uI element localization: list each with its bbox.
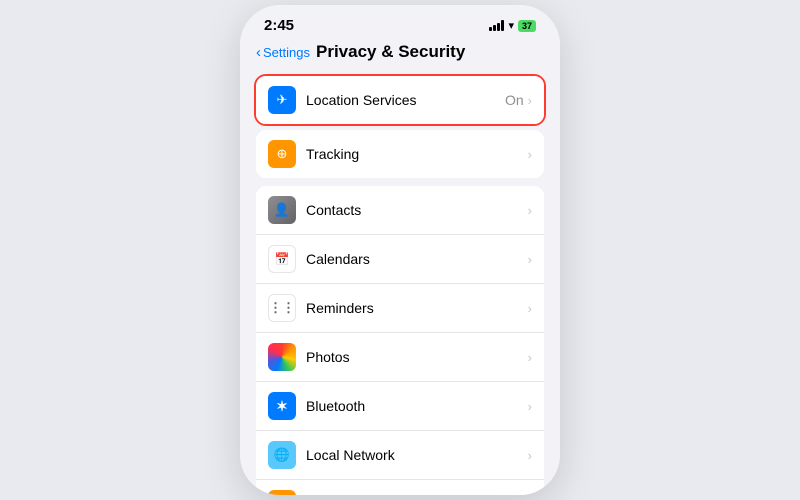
- location-services-chevron-icon: ›: [528, 93, 532, 108]
- group-tracking: ⊕ Tracking ›: [256, 130, 544, 178]
- menu-item-contacts[interactable]: 👤 Contacts ›: [256, 186, 544, 235]
- battery-badge: 37: [518, 20, 536, 32]
- bluetooth-icon: ✶: [268, 392, 296, 420]
- menu-item-tracking[interactable]: ⊕ Tracking ›: [256, 130, 544, 178]
- contacts-icon: 👤: [268, 196, 296, 224]
- menu-item-local-network[interactable]: 🌐 Local Network ›: [256, 431, 544, 480]
- photos-icon: [268, 343, 296, 371]
- contacts-label: Contacts: [306, 202, 528, 218]
- reminders-label: Reminders: [306, 300, 528, 316]
- status-icons: ▾ 37: [489, 19, 536, 32]
- back-button[interactable]: ‹ Settings: [256, 44, 310, 61]
- status-time: 2:45: [264, 17, 294, 34]
- location-services-value: On: [505, 92, 524, 108]
- contacts-chevron-icon: ›: [528, 203, 532, 218]
- location-services-highlighted: ✈ Location Services On ›: [254, 74, 546, 126]
- local-network-label: Local Network: [306, 447, 528, 463]
- menu-item-calendars[interactable]: 📅 Calendars ›: [256, 235, 544, 284]
- tracking-label: Tracking: [306, 146, 528, 162]
- menu-item-photos[interactable]: Photos ›: [256, 333, 544, 382]
- nav-bar: ‹ Settings Privacy & Security: [240, 38, 560, 70]
- bluetooth-label: Bluetooth: [306, 398, 528, 414]
- menu-item-reminders[interactable]: ⋮⋮ Reminders ›: [256, 284, 544, 333]
- local-network-icon: 🌐: [268, 441, 296, 469]
- location-services-label: Location Services: [306, 92, 505, 108]
- phone-container: 2:45 ▾ 37 ‹ Settings Privacy & Security …: [240, 5, 560, 495]
- bluetooth-chevron-icon: ›: [528, 399, 532, 414]
- microphone-icon: 🎙: [268, 490, 296, 495]
- content-area[interactable]: ✈ Location Services On › ⊕ Tracking › 👤 …: [240, 70, 560, 495]
- menu-item-bluetooth[interactable]: ✶ Bluetooth ›: [256, 382, 544, 431]
- wifi-icon: ▾: [508, 19, 514, 32]
- group-location: ✈ Location Services On ›: [256, 76, 544, 124]
- back-chevron-icon: ‹: [256, 44, 261, 61]
- photos-label: Photos: [306, 349, 528, 365]
- group-main: 👤 Contacts › 📅 Calendars › ⋮⋮ Reminders …: [256, 186, 544, 495]
- local-network-chevron-icon: ›: [528, 448, 532, 463]
- menu-item-microphone[interactable]: 🎙 Microphone ›: [256, 480, 544, 495]
- location-services-icon: ✈: [268, 86, 296, 114]
- calendars-icon: 📅: [268, 245, 296, 273]
- reminders-chevron-icon: ›: [528, 301, 532, 316]
- status-bar: 2:45 ▾ 37: [240, 5, 560, 38]
- tracking-chevron-icon: ›: [528, 147, 532, 162]
- tracking-icon: ⊕: [268, 140, 296, 168]
- nav-title: Privacy & Security: [316, 42, 465, 62]
- back-label: Settings: [263, 45, 310, 60]
- photos-chevron-icon: ›: [528, 350, 532, 365]
- calendars-label: Calendars: [306, 251, 528, 267]
- calendars-chevron-icon: ›: [528, 252, 532, 267]
- reminders-icon: ⋮⋮: [268, 294, 296, 322]
- menu-item-location-services[interactable]: ✈ Location Services On ›: [256, 76, 544, 124]
- signal-bars-icon: [489, 20, 504, 31]
